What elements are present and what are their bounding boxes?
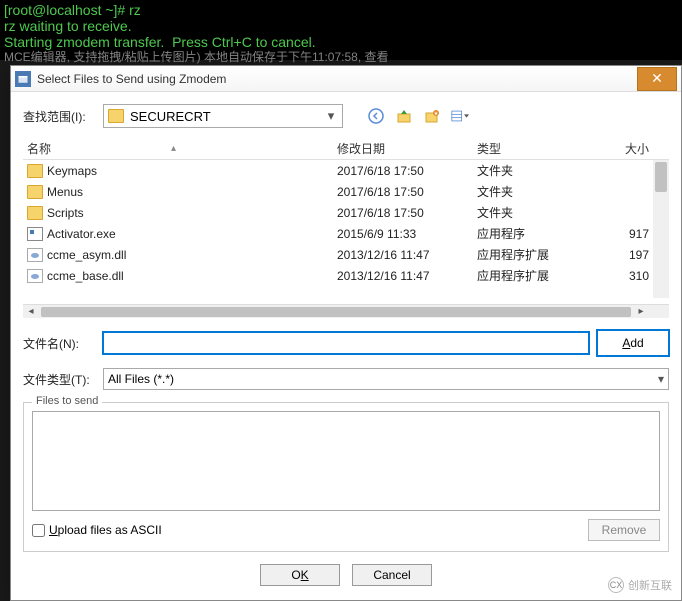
dll-icon — [27, 269, 43, 283]
exe-icon — [27, 227, 43, 241]
close-button[interactable]: ✕ — [637, 67, 677, 91]
watermark-text: 创新互联 — [628, 577, 672, 593]
watermark-logo: CX — [608, 577, 624, 593]
view-menu-icon[interactable] — [451, 107, 469, 125]
file-row[interactable]: Scripts2017/6/18 17:50文件夹 — [23, 202, 669, 223]
sort-asc-icon: ▴ — [171, 143, 176, 154]
filename-input[interactable] — [103, 332, 589, 354]
folder-icon — [108, 109, 124, 123]
upload-ascii-checkbox[interactable]: Upload files as ASCII — [32, 523, 580, 537]
file-row[interactable]: ccme_base.dll2013/12/16 11:47应用程序扩展310 — [23, 265, 669, 286]
dll-icon — [27, 248, 43, 262]
file-dialog: Select Files to Send using Zmodem ✕ 查找范围… — [10, 65, 682, 601]
file-row[interactable]: Keymaps2017/6/18 17:50文件夹 — [23, 160, 669, 181]
file-list-header: 名称▴ 修改日期 类型 大小 — [23, 138, 669, 160]
filetype-value: All Files (*.*) — [108, 372, 174, 386]
file-row[interactable]: Menus2017/6/18 17:50文件夹 — [23, 181, 669, 202]
back-icon[interactable] — [367, 107, 385, 125]
terminal-line-2: rz waiting to receive. — [4, 18, 678, 34]
lookin-label: 查找范围(I): — [23, 108, 95, 125]
vertical-scrollbar[interactable] — [653, 160, 669, 298]
file-row[interactable]: Activator.exe2015/6/9 11:33应用程序917 — [23, 223, 669, 244]
scroll-right-icon[interactable]: ▸ — [633, 305, 649, 319]
scroll-thumb[interactable] — [41, 307, 631, 317]
folder-icon — [27, 185, 43, 199]
ok-button[interactable]: OK — [260, 564, 340, 586]
new-folder-icon[interactable]: ★ — [423, 107, 441, 125]
up-folder-icon[interactable] — [395, 107, 413, 125]
file-row[interactable]: ccme_asym.dll2013/12/16 11:47应用程序扩展197 — [23, 244, 669, 265]
chevron-down-icon: ▾ — [658, 372, 664, 386]
files-to-send-list[interactable] — [32, 411, 660, 511]
horizontal-scrollbar[interactable]: ◂ ▸ — [23, 304, 669, 318]
add-button[interactable]: AAdddd — [597, 330, 669, 356]
upload-ascii-input[interactable] — [32, 524, 45, 537]
folder-icon — [27, 164, 43, 178]
chevron-down-icon: ▾ — [322, 105, 340, 127]
files-to-send-label: Files to send — [32, 395, 102, 407]
file-list[interactable]: 名称▴ 修改日期 类型 大小 Keymaps2017/6/18 17:50文件夹… — [23, 138, 669, 298]
lookin-combo[interactable]: SECURECRT ▾ — [103, 104, 343, 128]
editor-status-line: MCE编辑器, 支持拖拽/粘贴上传图片) 本地自动保存于下午11:07:58, … — [0, 48, 389, 65]
remove-button[interactable]: Remove — [588, 519, 660, 541]
lookin-value: SECURECRT — [130, 109, 211, 124]
cancel-button[interactable]: Cancel — [352, 564, 432, 586]
watermark: CX 创新互联 — [604, 575, 676, 595]
scroll-left-icon[interactable]: ◂ — [23, 305, 39, 319]
filename-label: 文件名(N): — [23, 335, 95, 352]
app-icon — [15, 71, 31, 87]
titlebar[interactable]: Select Files to Send using Zmodem ✕ — [11, 66, 681, 92]
terminal-line-1: [root@localhost ~]# rz — [4, 2, 678, 18]
column-name[interactable]: 名称▴ — [23, 140, 333, 157]
folder-icon — [27, 206, 43, 220]
svg-text:★: ★ — [434, 111, 439, 117]
dialog-title: Select Files to Send using Zmodem — [31, 72, 637, 86]
filetype-combo[interactable]: All Files (*.*) ▾ — [103, 368, 669, 390]
column-type[interactable]: 类型 — [473, 140, 603, 157]
column-size[interactable]: 大小 — [603, 140, 653, 157]
filetype-label: 文件类型(T): — [23, 371, 95, 388]
column-date[interactable]: 修改日期 — [333, 140, 473, 157]
